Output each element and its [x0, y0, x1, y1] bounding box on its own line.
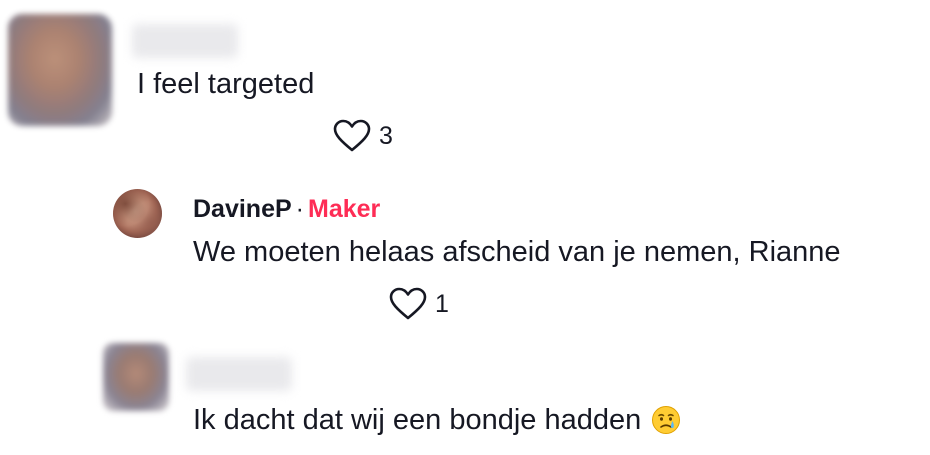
like-count: 3: [379, 121, 393, 150]
creator-badge: Maker: [308, 195, 381, 223]
crying-face-emoji-icon: [651, 405, 681, 435]
creator-username[interactable]: DavineP: [193, 195, 292, 223]
like-button[interactable]: 3: [333, 118, 393, 154]
like-count: 1: [435, 289, 449, 318]
comment-text: Ik dacht dat wij een bondje hadden: [193, 400, 681, 440]
heart-outline-icon[interactable]: [389, 287, 427, 321]
comment-text-content: Ik dacht dat wij een bondje hadden: [193, 404, 642, 436]
like-button[interactable]: 1: [389, 286, 449, 322]
heart-outline-icon[interactable]: [333, 119, 371, 153]
commenter-avatar-blurred[interactable]: [103, 343, 169, 411]
commenter-username-blurred[interactable]: [186, 357, 292, 391]
comment-text: I feel targeted: [137, 68, 315, 100]
commenter-username-blurred[interactable]: [132, 24, 238, 58]
commenter-avatar-blurred[interactable]: [8, 14, 112, 126]
separator-dot: ·: [295, 195, 304, 223]
reply-header: DavineP · Maker: [193, 192, 380, 226]
reply-text: We moeten helaas afscheid van je nemen, …: [193, 236, 841, 268]
creator-avatar[interactable]: [113, 189, 162, 238]
